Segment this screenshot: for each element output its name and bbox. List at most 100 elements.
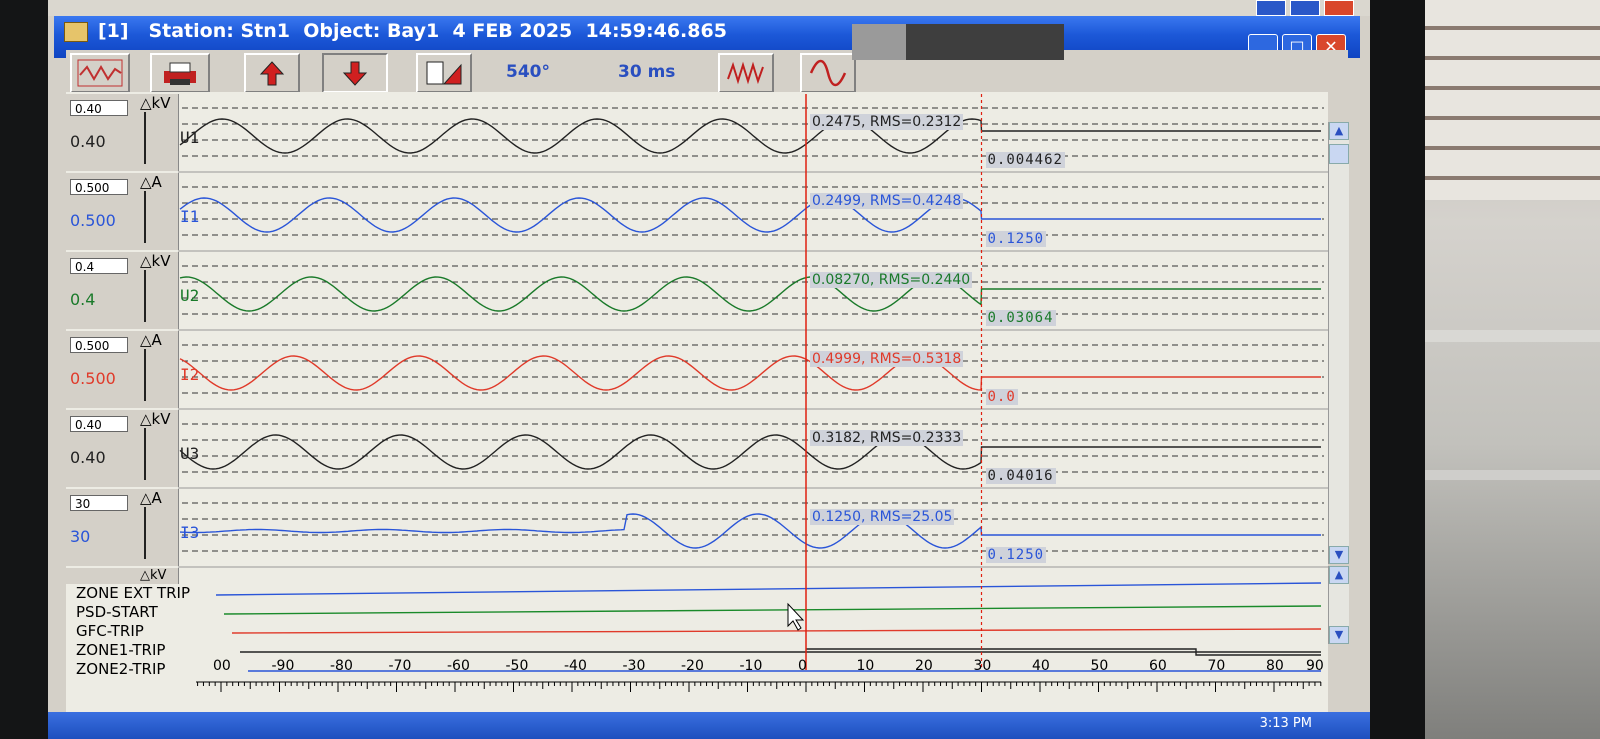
time-axis-label: 80 [1266,658,1284,674]
outer-minimize-button[interactable] [1256,0,1286,16]
channel-cursor-value: 0.1250 [985,547,1047,563]
app-icon [64,22,88,42]
record-time: 14:59:46.865 [585,20,727,42]
waveform-canvas [178,94,1328,692]
channel-scale-box[interactable]: 0.40 [70,416,128,432]
channel-label-panel[interactable]: 0.500 0.500 △A [66,331,179,408]
digital-scroll-up-button[interactable]: ▲ [1329,566,1349,584]
digital-trace [223,605,1322,615]
channel-scale-value: 0.500 [70,211,116,230]
channel-scale-value: 0.40 [70,448,106,467]
channel-measurement: 0.4999, RMS=0.5318 [810,351,964,367]
waveform-trace [179,276,1321,312]
waveform-area[interactable]: 0.40 0.40 △kV U1 0.2475, RMS=0.2312 0.004462 0… [66,92,1349,712]
partial-channel-unit: △kV [140,568,167,583]
channel-measurement: 0.2499, RMS=0.4248 [810,193,964,209]
channel-scale-value: 30 [70,527,91,546]
time-axis-label: 30 [973,658,992,674]
scroll-up-button[interactable]: ▲ [1329,122,1349,140]
harmonics-button[interactable] [718,53,774,93]
angle-readout: 540° [506,62,550,82]
monitor-bezel-left [0,0,48,739]
channel-scale-box[interactable]: 0.500 [70,337,128,353]
channel-label-panel[interactable]: 0.500 0.500 △A [66,173,179,250]
channel-scale-box[interactable]: 0.40 [70,100,128,116]
digital-scroll-down-button[interactable]: ▼ [1329,626,1349,644]
waveform-trace [179,118,1321,154]
channel-name: I1 [180,207,200,226]
digital-trace [215,582,1322,596]
time-axis-label: 70 [1207,658,1226,674]
channel-scale-value: 0.40 [70,132,106,151]
calculation-button[interactable] [416,53,472,93]
analog-vertical-scrollbar[interactable]: ▲ ▼ [1328,122,1349,564]
time-axis-label: 40 [1032,658,1050,674]
time-axis-label: 0 [798,658,807,674]
monitor-bezel-right [1370,0,1425,739]
waveform-overview-icon [77,59,123,87]
scroll-thumb[interactable] [1329,144,1349,164]
taskbar: 3:13 PM [48,712,1370,739]
channel-scale-ruler [144,428,146,480]
object-name: Bay1 [386,20,440,42]
waveform-overview-button[interactable] [70,53,130,93]
scroll-down-button[interactable]: ▼ [1329,546,1349,564]
channel-scale-value: 0.4 [70,290,96,309]
time-axis-label: -10 [739,658,763,674]
channel-scale-ruler [144,191,146,243]
channel-label-panel[interactable]: 0.40 0.40 △kV [66,410,179,487]
digital-vertical-scrollbar[interactable]: ▲ ▼ [1328,566,1349,644]
print-button[interactable] [150,53,210,93]
outer-close-button[interactable] [1324,0,1354,16]
channel-scale-box[interactable]: 0.4 [70,258,128,274]
time-axis-label: -70 [388,658,412,674]
multi-wave-icon [727,61,764,85]
channel-scale-ruler [144,270,146,322]
time-axis-label: -90 [271,658,295,674]
channel-scale-box[interactable]: 30 [70,495,128,511]
channel-measurement: 0.3182, RMS=0.2333 [810,430,964,446]
toolbar-status-panel [906,24,1064,60]
channel-cursor-value: 0.1250 [985,231,1047,247]
outer-maximize-button[interactable] [1290,0,1320,16]
background-shelf-lower [1425,470,1600,480]
arrow-up-icon [259,61,285,86]
channel-scale-ruler [144,349,146,401]
scale-up-button[interactable] [244,53,300,93]
channel-label-panel[interactable]: 0.4 0.4 △kV [66,252,179,329]
time-axis-label: 20 [915,658,933,674]
background-shelf [1425,330,1600,342]
channel-measurement: 0.08270, RMS=0.2440 [810,272,973,288]
channel-unit: △A [140,173,162,191]
monitor-screen: [1] Station: Stn1 Object: Bay1 4 FEB 202… [48,0,1370,739]
digital-channel-label: GFC-TRIP [76,622,144,640]
waveform-trace [179,434,1321,470]
digital-channel-label: PSD-START [76,603,158,621]
channel-label-panel[interactable]: 30 30 △A [66,489,179,566]
record-date: 4 FEB 2025 [452,20,573,42]
channel-unit: △kV [140,252,171,270]
scale-down-button[interactable] [322,53,388,93]
time-window-readout: 30 ms [618,62,676,82]
time-axis-label: -80 [330,658,353,674]
channel-cursor-value: 0.03064 [985,310,1056,326]
toolbar: 540° 30 ms [66,50,1348,96]
sine-view-button[interactable] [800,53,856,93]
channel-name: I2 [180,365,200,384]
channel-scale-value: 0.500 [70,369,116,388]
time-axis-label: 10 [856,658,875,674]
channel-unit: △A [140,489,162,507]
digital-trace [231,628,1322,634]
time-axis-label: 50 [1090,658,1109,674]
digital-channel-label: ZONE EXT TRIP [76,584,191,602]
taskbar-clock: 3:13 PM [1259,716,1312,731]
window-blind [1425,0,1600,200]
channel-label-panel[interactable]: 0.40 0.40 △kV [66,94,179,171]
channel-name: U2 [180,286,200,305]
waveform-trace [179,197,1321,233]
digital-channel-label: ZONE2-TRIP [76,660,166,678]
channel-scale-box[interactable]: 0.500 [70,179,128,195]
mouse-pointer-icon [787,602,805,631]
channel-scale-ruler [144,112,146,164]
waveform-trace [179,513,1321,549]
